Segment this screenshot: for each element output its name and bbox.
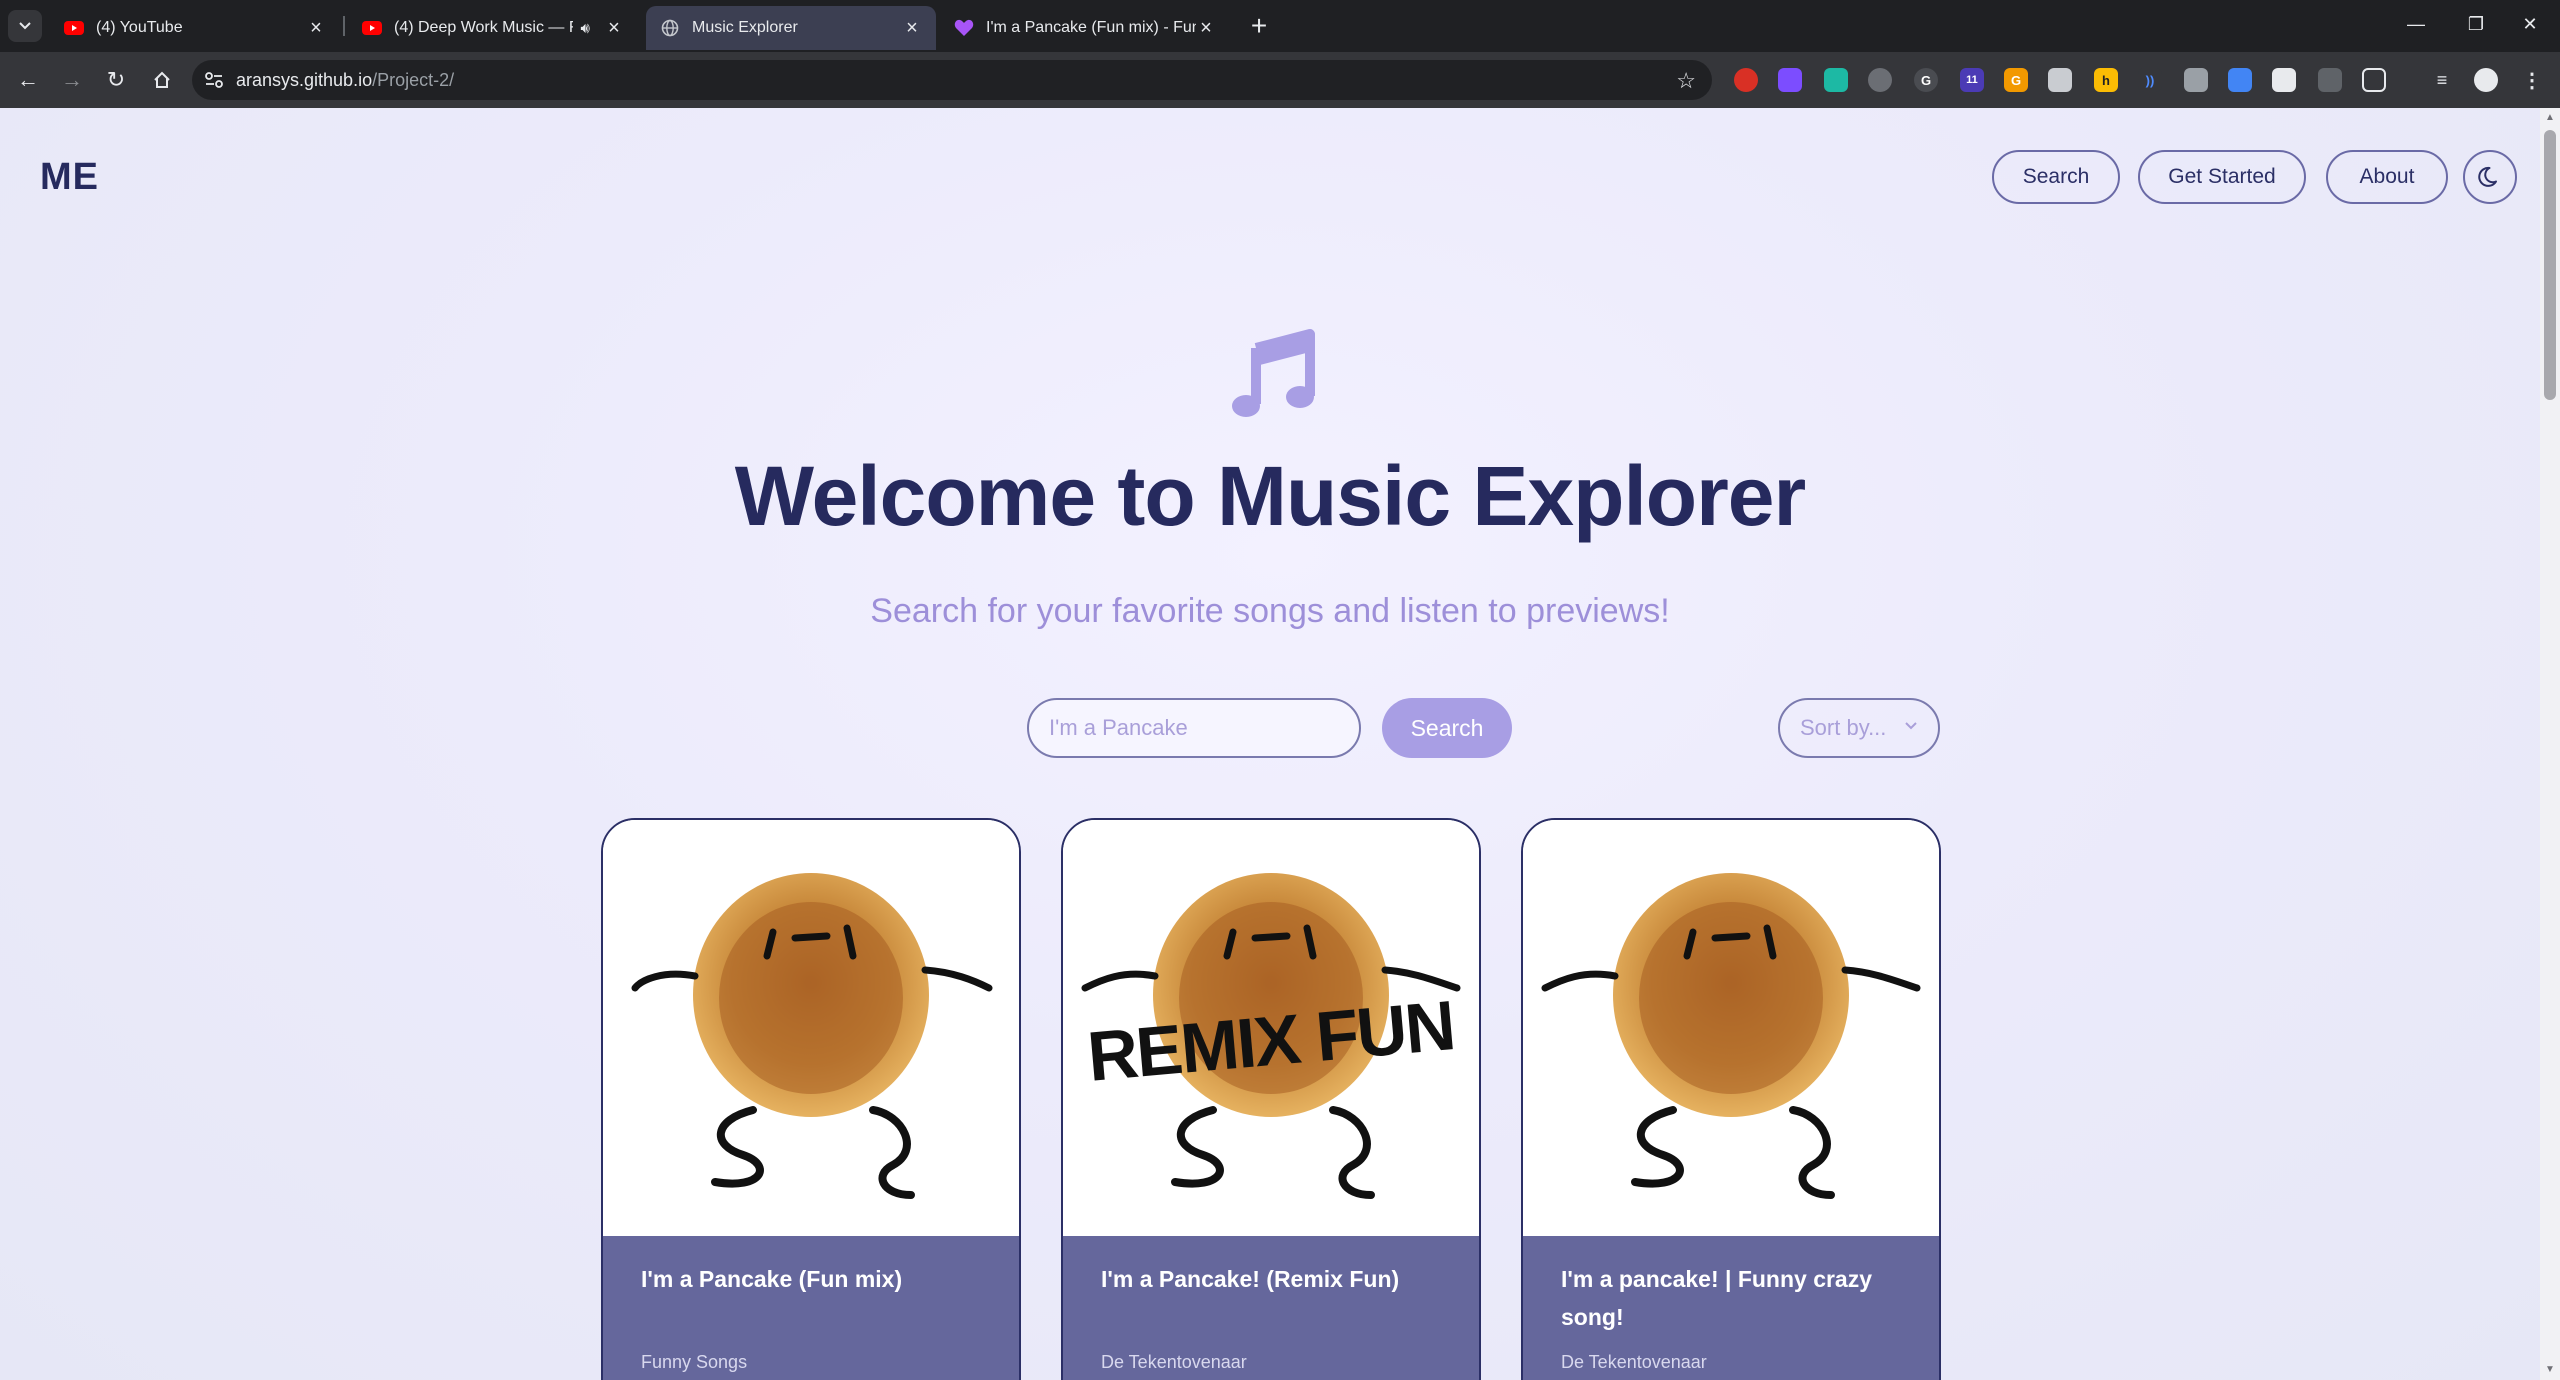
home-button[interactable]	[144, 62, 180, 98]
more-menu-icon[interactable]: ⋮	[2520, 68, 2544, 92]
song-title: I'm a Pancake! (Remix Fun)	[1101, 1266, 1400, 1292]
nav-get-started-button[interactable]: Get Started	[2138, 150, 2306, 204]
globe-icon	[660, 18, 680, 38]
hero-subtitle: Search for your favorite songs and liste…	[870, 592, 1670, 630]
url-host: aransys.github.io	[236, 69, 373, 90]
extension-icon[interactable]	[1824, 68, 1848, 92]
profile-avatar[interactable]	[2474, 68, 2498, 92]
extension-icon[interactable]: h	[2094, 68, 2118, 92]
read-aloud-icon[interactable]: ))	[2138, 68, 2162, 92]
song-card[interactable]: REMIX FUN I'm a Pancake! (Remix Fun) De …	[1061, 818, 1481, 1380]
song-artist: Funny Songs	[641, 1352, 748, 1372]
back-button[interactable]: ←	[10, 62, 46, 98]
theme-toggle-button[interactable]	[2463, 150, 2517, 204]
chevron-down-icon	[19, 22, 31, 30]
extension-icon[interactable]: 11	[1960, 68, 1984, 92]
nav-search-button[interactable]: Search	[1992, 150, 2120, 204]
camera-icon[interactable]	[2184, 68, 2208, 92]
window-close-button[interactable]: ✕	[2500, 6, 2560, 42]
new-tab-button[interactable]: +	[1243, 10, 1275, 42]
site-info-icon[interactable]	[192, 71, 236, 89]
browser-tab-active[interactable]: Music Explorer ×	[646, 6, 936, 50]
extension-icon[interactable]	[2048, 68, 2072, 92]
extension-icon[interactable]	[1734, 68, 1758, 92]
scrollbar-thumb[interactable]	[2544, 130, 2556, 400]
song-title: I'm a Pancake (Fun mix)	[641, 1266, 903, 1292]
pancake-thumbnail	[603, 820, 1019, 1236]
close-icon[interactable]: ×	[604, 17, 624, 40]
song-card-info: I'm a pancake! | Funny crazy song! De Te…	[1523, 1236, 1939, 1380]
extension-badge: 11	[1966, 74, 1978, 86]
tab-separator	[343, 16, 345, 36]
nav-about-button[interactable]: About	[2326, 150, 2448, 204]
pancake-thumbnail	[1523, 820, 1939, 1236]
song-search-input[interactable]	[1027, 698, 1361, 758]
scroll-up-arrow[interactable]: ▲	[2544, 112, 2556, 124]
tab-title: (4) Deep Work Music — Fo	[394, 19, 573, 36]
speaker-icon[interactable]: 🔊︎	[581, 20, 590, 37]
tab-title: (4) YouTube	[96, 19, 183, 36]
search-submit-button[interactable]: Search	[1382, 698, 1512, 758]
extension-icon[interactable]	[2318, 68, 2342, 92]
heart-icon	[954, 18, 974, 38]
music-note-icon	[1232, 329, 1315, 417]
chevron-down-icon	[1905, 722, 1917, 730]
extension-icon[interactable]	[2272, 68, 2296, 92]
tab-title: I'm a Pancake (Fun mix) - Funny	[986, 19, 1196, 36]
hero-title: Welcome to Music Explorer	[734, 449, 1806, 543]
browser-tab[interactable]: (4) Deep Work Music — Fo 🔊︎ ×	[348, 6, 638, 50]
browser-tab[interactable]: (4) YouTube ×	[50, 6, 340, 50]
address-bar[interactable]: aransys.github.io/Project-2/ ☆	[192, 60, 1712, 100]
song-card[interactable]: I'm a pancake! | Funny crazy song! De Te…	[1521, 818, 1941, 1380]
minimize-button[interactable]: —	[2386, 6, 2446, 42]
media-control-icon[interactable]: ≡	[2430, 68, 2454, 92]
youtube-icon	[64, 18, 84, 38]
url-path: /Project-2/	[372, 69, 455, 90]
tab-search-button[interactable]	[8, 10, 42, 42]
close-icon[interactable]: ×	[1196, 17, 1216, 40]
restore-button[interactable]: ❐	[2446, 6, 2506, 42]
song-card-info: I'm a Pancake! (Remix Fun) De Tekentoven…	[1063, 1236, 1479, 1380]
close-icon[interactable]: ×	[902, 17, 922, 40]
song-card-info: I'm a Pancake (Fun mix) Funny Songs	[603, 1236, 1019, 1380]
page-viewport: ME Search Get Started About Welcome to M…	[0, 108, 2560, 1380]
browser-toolbar: ← → ↻ aransys.github.io/Project-2/ ☆ G 1…	[0, 52, 2560, 108]
bookmark-star-icon[interactable]: ☆	[1676, 68, 1696, 94]
grammarly-icon[interactable]: G	[1914, 68, 1938, 92]
remix-fun-overlay-text: REMIX FUN	[1084, 986, 1456, 1096]
song-artist: De Tekentovenaar	[1101, 1352, 1247, 1372]
shield-extension-icon[interactable]	[1778, 68, 1802, 92]
song-title: I'm a pancake! | Funny crazy song!	[1561, 1266, 1873, 1330]
song-card[interactable]: I'm a Pancake (Fun mix) Funny Songs	[601, 818, 1021, 1380]
song-artist: De Tekentovenaar	[1561, 1352, 1707, 1372]
browser-tab[interactable]: I'm a Pancake (Fun mix) - Funny ×	[940, 6, 1230, 50]
sort-select[interactable]: Sort by...	[1778, 698, 1940, 758]
browser-tab-bar: (4) YouTube × (4) Deep Work Music — Fo 🔊…	[0, 0, 2560, 52]
extension-icon[interactable]	[2228, 68, 2252, 92]
home-icon	[154, 71, 170, 88]
forward-button[interactable]: →	[54, 62, 90, 98]
extensions-puzzle-icon[interactable]	[2362, 68, 2386, 92]
close-icon[interactable]: ×	[306, 17, 326, 40]
scroll-down-arrow[interactable]: ▼	[2544, 1364, 2556, 1376]
moon-icon	[2478, 166, 2497, 187]
reload-button[interactable]: ↻	[98, 62, 134, 98]
pancake-remix-thumbnail: REMIX FUN	[1063, 820, 1479, 1236]
site-logo[interactable]: ME	[40, 156, 99, 199]
extension-icon[interactable]: G	[2004, 68, 2028, 92]
tab-title: Music Explorer	[692, 19, 798, 36]
extension-icon[interactable]	[1868, 68, 1892, 92]
sort-select-label: Sort by...	[1800, 715, 1887, 740]
page-scrollbar[interactable]: ▲ ▼	[2540, 108, 2560, 1380]
youtube-icon	[362, 18, 382, 38]
